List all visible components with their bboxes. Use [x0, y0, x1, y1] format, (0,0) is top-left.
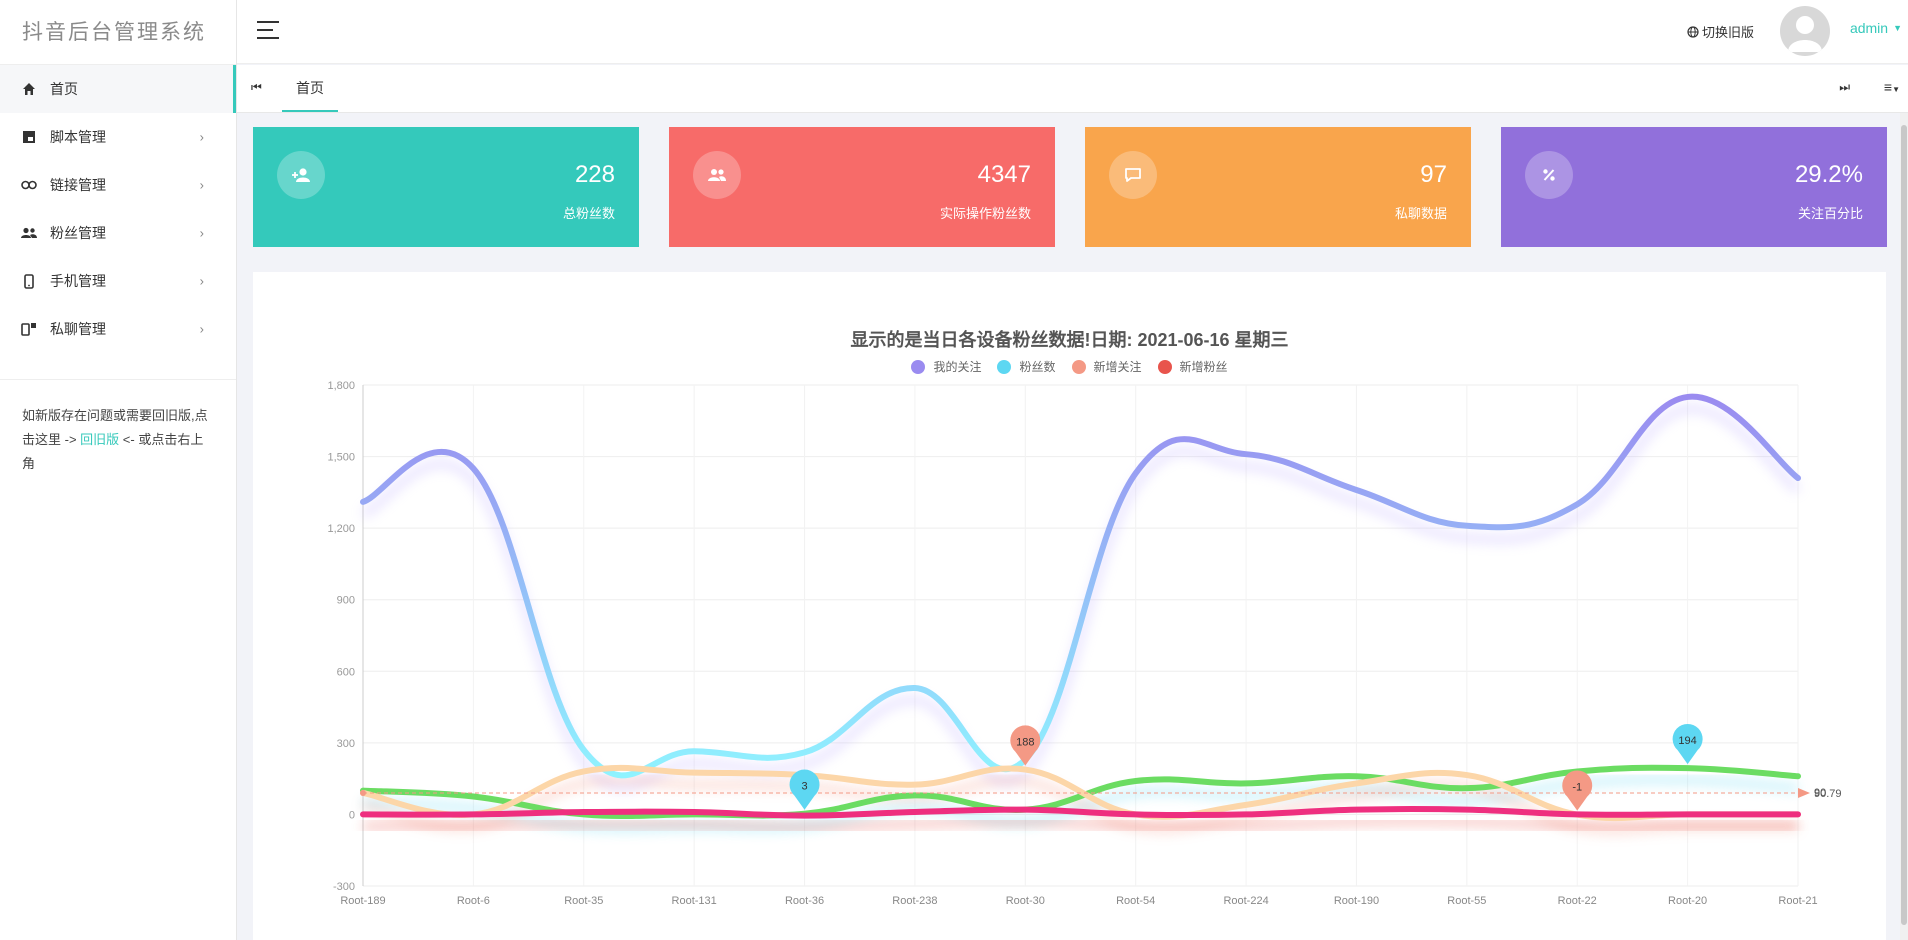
series-shadow	[361, 404, 1801, 792]
sidebar-item-phones[interactable]: 手机管理 ›	[0, 257, 236, 305]
average-label: 90	[1814, 787, 1826, 799]
sidebar-item-label: 手机管理	[50, 273, 106, 289]
x-tick-label: Root-189	[340, 895, 385, 907]
sidebar-item-fans[interactable]: 粉丝管理 ›	[0, 209, 236, 257]
stat-label: 私聊数据	[1394, 206, 1447, 221]
sidebar-item-links[interactable]: 链接管理 ›	[0, 161, 236, 209]
x-tick-label: Root-36	[785, 895, 824, 907]
js-file-icon	[20, 128, 38, 146]
top-header: 切换旧版 admin ▼	[237, 0, 1908, 64]
sidebar-item-label: 首页	[50, 81, 78, 97]
page-scrollbar[interactable]	[1900, 113, 1908, 940]
sidebar-item-messages[interactable]: 私聊管理 ›	[0, 305, 236, 353]
series-shadow	[362, 816, 1798, 832]
link-icon	[20, 176, 38, 194]
x-tick-label: Root-35	[564, 895, 603, 907]
tab-bar: ⏮ 首页 ⏭ ≡▼	[237, 65, 1908, 113]
x-tick-label: Root-55	[1447, 895, 1486, 907]
add-user-icon	[277, 151, 325, 199]
chevron-right-icon: ›	[199, 273, 204, 289]
stat-card-operated-fans: 4347 实际操作粉丝数	[669, 127, 1055, 247]
stat-label: 关注百分比	[1797, 206, 1863, 221]
tab-home[interactable]: 首页	[282, 65, 338, 112]
series-line	[360, 393, 1801, 779]
stat-card-total-fans: 228 总粉丝数	[253, 127, 639, 247]
user-menu[interactable]: admin ▼	[1850, 20, 1902, 36]
chevron-right-icon: ›	[199, 225, 204, 241]
x-tick-label: Root-6	[457, 895, 490, 907]
y-tick-label: 300	[337, 738, 355, 750]
avatar[interactable]	[1780, 6, 1830, 56]
average-start-point	[360, 789, 366, 796]
tab-options-icon[interactable]: ≡▼	[1884, 79, 1900, 95]
marker-label: 3	[801, 781, 807, 793]
menu-toggle-button[interactable]	[257, 21, 279, 41]
home-icon	[20, 80, 38, 98]
sidebar-item-home[interactable]: 首页	[0, 65, 236, 113]
caret-down-icon: ▼	[1893, 23, 1902, 33]
line-chart: 1,800 1,500 1,200 900 600 300 0 -300 Root-189 Roo…	[327, 380, 1841, 907]
y-tick-label: 1,500	[327, 452, 355, 464]
users-icon	[693, 151, 741, 199]
sidebar: 抖音后台管理系统 首页 脚本管理 › 链接管理 › 粉丝管理 › 手机管理 › …	[0, 0, 237, 940]
x-tick-label: Root-30	[1006, 895, 1045, 907]
stat-value: 228	[574, 161, 615, 188]
user-name: admin	[1849, 20, 1889, 36]
globe-icon	[1687, 25, 1699, 38]
percent-icon	[1525, 151, 1573, 199]
stat-label: 实际操作粉丝数	[939, 206, 1031, 221]
y-tick-label: 1,200	[327, 523, 355, 535]
chevron-right-icon: ›	[199, 321, 204, 337]
devices-icon	[20, 320, 38, 338]
stat-card-follow-percent: 29.2% 关注百分比	[1501, 127, 1887, 247]
marker-label: -1	[1572, 782, 1582, 794]
user-avatar-icon	[1788, 16, 1822, 52]
tab-scroll-left-icon[interactable]: ⏮	[251, 80, 262, 95]
y-tick-label: 900	[337, 595, 355, 607]
y-tick-label: 1,800	[327, 380, 355, 392]
stat-value: 29.2%	[1794, 161, 1863, 188]
switch-old-label: 切换旧版	[1701, 25, 1754, 40]
sidebar-item-label: 粉丝管理	[50, 225, 106, 241]
y-tick-label: 600	[337, 666, 355, 678]
stat-label: 总粉丝数	[562, 206, 615, 221]
marker-label: 188	[1016, 737, 1034, 749]
x-tick-label: Root-22	[1558, 895, 1597, 907]
switch-old-version-button[interactable]: 切换旧版	[1687, 22, 1754, 41]
sidebar-nav: 首页 脚本管理 › 链接管理 › 粉丝管理 › 手机管理 › 私聊管理 ›	[0, 65, 236, 353]
chat-icon	[1109, 151, 1157, 199]
sidebar-item-label: 脚本管理	[50, 129, 106, 145]
marker-label: 194	[1678, 735, 1696, 747]
sidebar-note: 如新版存在问题或需要回旧版,点击这里 -> 回旧版 <- 或点击右上角	[0, 380, 236, 476]
users-icon	[20, 224, 38, 242]
app-logo: 抖音后台管理系统	[0, 0, 236, 65]
tab-scroll-right-icon[interactable]: ⏭	[1839, 80, 1850, 95]
y-tick-label: -300	[333, 881, 355, 893]
x-tick-label: Root-131	[672, 895, 717, 907]
x-tick-label: Root-54	[1116, 895, 1155, 907]
scrollbar-thumb[interactable]	[1901, 125, 1907, 925]
average-arrow	[1798, 787, 1810, 798]
stat-value: 4347	[977, 161, 1031, 188]
x-tick-label: Root-21	[1778, 895, 1817, 907]
y-tick-label: 0	[349, 809, 355, 821]
x-tick-label: Root-20	[1668, 895, 1707, 907]
stat-card-private-chats: 97 私聊数据	[1085, 127, 1471, 247]
chevron-right-icon: ›	[199, 177, 204, 193]
stat-value: 97	[1420, 161, 1447, 188]
series-line	[360, 805, 1801, 819]
chart-panel: 显示的是当日各设备粉丝数据!日期: 2021-06-16 星期三 我的关注 粉丝数…	[253, 272, 1886, 940]
sidebar-item-scripts[interactable]: 脚本管理 ›	[0, 113, 236, 161]
x-tick-label: Root-190	[1334, 895, 1379, 907]
x-tick-label: Root-224	[1223, 895, 1268, 907]
chevron-right-icon: ›	[199, 129, 204, 145]
x-tick-label: Root-238	[892, 895, 937, 907]
sidebar-item-label: 链接管理	[50, 177, 106, 193]
sidebar-item-label: 私聊管理	[50, 321, 106, 337]
mobile-icon	[20, 272, 38, 290]
old-version-link[interactable]: 回旧版	[80, 432, 119, 447]
